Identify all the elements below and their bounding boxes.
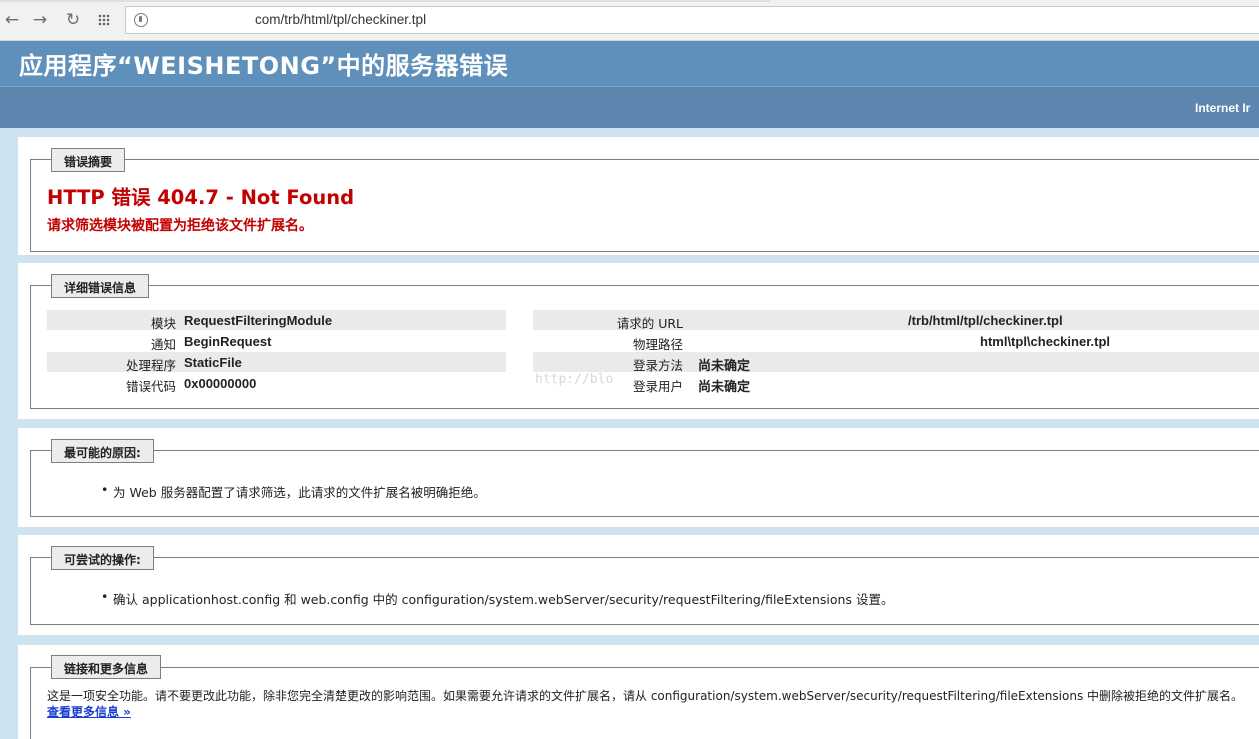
tab-strip bbox=[0, 0, 770, 2]
list-item: 为 Web 服务器配置了请求筛选，此请求的文件扩展名被明确拒绝。 bbox=[101, 482, 486, 501]
detail-row-physical-path: 物理路径 html\tpl\checkiner.tpl bbox=[533, 331, 1259, 352]
detail-key: 通知 bbox=[150, 337, 176, 352]
detail-key: 登录方法 bbox=[632, 358, 683, 373]
detail-row-handler: 处理程序 StaticFile bbox=[47, 352, 506, 373]
detail-row-logon-method: 登录方法 尚未确定 bbox=[533, 352, 1259, 373]
error-detail-legend: 详细错误信息 bbox=[51, 274, 150, 298]
page-title: 应用程序“WEISHETONG”中的服务器错误 bbox=[19, 52, 509, 80]
detail-value: 0x00000000 bbox=[184, 376, 257, 391]
links-legend: 链接和更多信息 bbox=[51, 655, 162, 679]
detail-key: 处理程序 bbox=[125, 358, 176, 373]
list-item: 确认 applicationhost.config 和 web.config 中… bbox=[101, 589, 893, 608]
detail-row-notification: 通知 BeginRequest bbox=[47, 331, 506, 352]
page-header: 应用程序“WEISHETONG”中的服务器错误 bbox=[0, 41, 1259, 86]
detail-value: StaticFile bbox=[184, 355, 242, 370]
watermark-text: http://blo bbox=[535, 372, 614, 387]
reload-icon[interactable]: ↻ bbox=[63, 10, 83, 30]
detail-row-error-code: 错误代码 0x00000000 bbox=[47, 373, 506, 394]
detail-key: 错误代码 bbox=[125, 379, 176, 394]
detail-key: 模块 bbox=[150, 316, 176, 331]
back-arrow-icon[interactable]: ← bbox=[2, 10, 22, 30]
detail-key: 请求的 URL bbox=[616, 316, 683, 331]
url-text[interactable]: com/trb/html/tpl/checkiner.tpl bbox=[255, 12, 426, 27]
likely-causes-legend: 最可能的原因: bbox=[51, 439, 154, 463]
forward-arrow-icon[interactable]: → bbox=[30, 10, 50, 30]
things-to-try-section: 可尝试的操作: 确认 applicationhost.config 和 web.… bbox=[18, 535, 1259, 635]
browser-toolbar: ← → ↻ com/trb/html/tpl/checkiner.tpl bbox=[0, 0, 1259, 41]
page-subheader: Internet Ir bbox=[0, 86, 1259, 128]
page-info-icon[interactable] bbox=[134, 13, 148, 27]
detail-row-logon-user: 登录用户 尚未确定 bbox=[533, 373, 1259, 394]
error-description: 请求筛选模块被配置为拒绝该文件扩展名。 bbox=[47, 218, 313, 234]
apps-grid-icon[interactable] bbox=[94, 10, 114, 30]
detail-key: 登录用户 bbox=[632, 379, 683, 394]
detail-row-module: 模块 RequestFilteringModule bbox=[47, 310, 506, 331]
subheader-text: Internet Ir bbox=[1195, 101, 1251, 115]
detail-value: 尚未确定 bbox=[698, 379, 751, 394]
address-bar[interactable]: com/trb/html/tpl/checkiner.tpl bbox=[125, 6, 1259, 34]
detail-value: RequestFilteringModule bbox=[184, 313, 333, 328]
detail-value: 尚未确定 bbox=[698, 358, 751, 373]
links-section: 链接和更多信息 这是一项安全功能。请不要更改此功能，除非您完全清楚更改的影响范围… bbox=[18, 645, 1259, 739]
more-info-link[interactable]: 查看更多信息 » bbox=[47, 703, 131, 720]
detail-key: 物理路径 bbox=[632, 337, 683, 352]
things-to-try-legend: 可尝试的操作: bbox=[51, 546, 154, 570]
detail-value: BeginRequest bbox=[184, 334, 272, 349]
error-summary-section: 错误摘要 HTTP 错误 404.7 - Not Found 请求筛选模块被配置… bbox=[18, 137, 1259, 255]
detail-value: html\tpl\checkiner.tpl bbox=[980, 334, 1111, 349]
links-description: 这是一项安全功能。请不要更改此功能，除非您完全清楚更改的影响范围。如果需要允许请… bbox=[47, 689, 1244, 703]
error-detail-section: 详细错误信息 模块 RequestFilteringModule 通知 Begi… bbox=[18, 263, 1259, 419]
likely-causes-section: 最可能的原因: 为 Web 服务器配置了请求筛选，此请求的文件扩展名被明确拒绝。 bbox=[18, 428, 1259, 527]
error-title: HTTP 错误 404.7 - Not Found bbox=[47, 186, 355, 209]
detail-value: /trb/html/tpl/checkiner.tpl bbox=[908, 313, 1063, 328]
error-summary-legend: 错误摘要 bbox=[51, 148, 126, 172]
detail-row-requested-url: 请求的 URL /trb/html/tpl/checkiner.tpl bbox=[533, 310, 1259, 331]
